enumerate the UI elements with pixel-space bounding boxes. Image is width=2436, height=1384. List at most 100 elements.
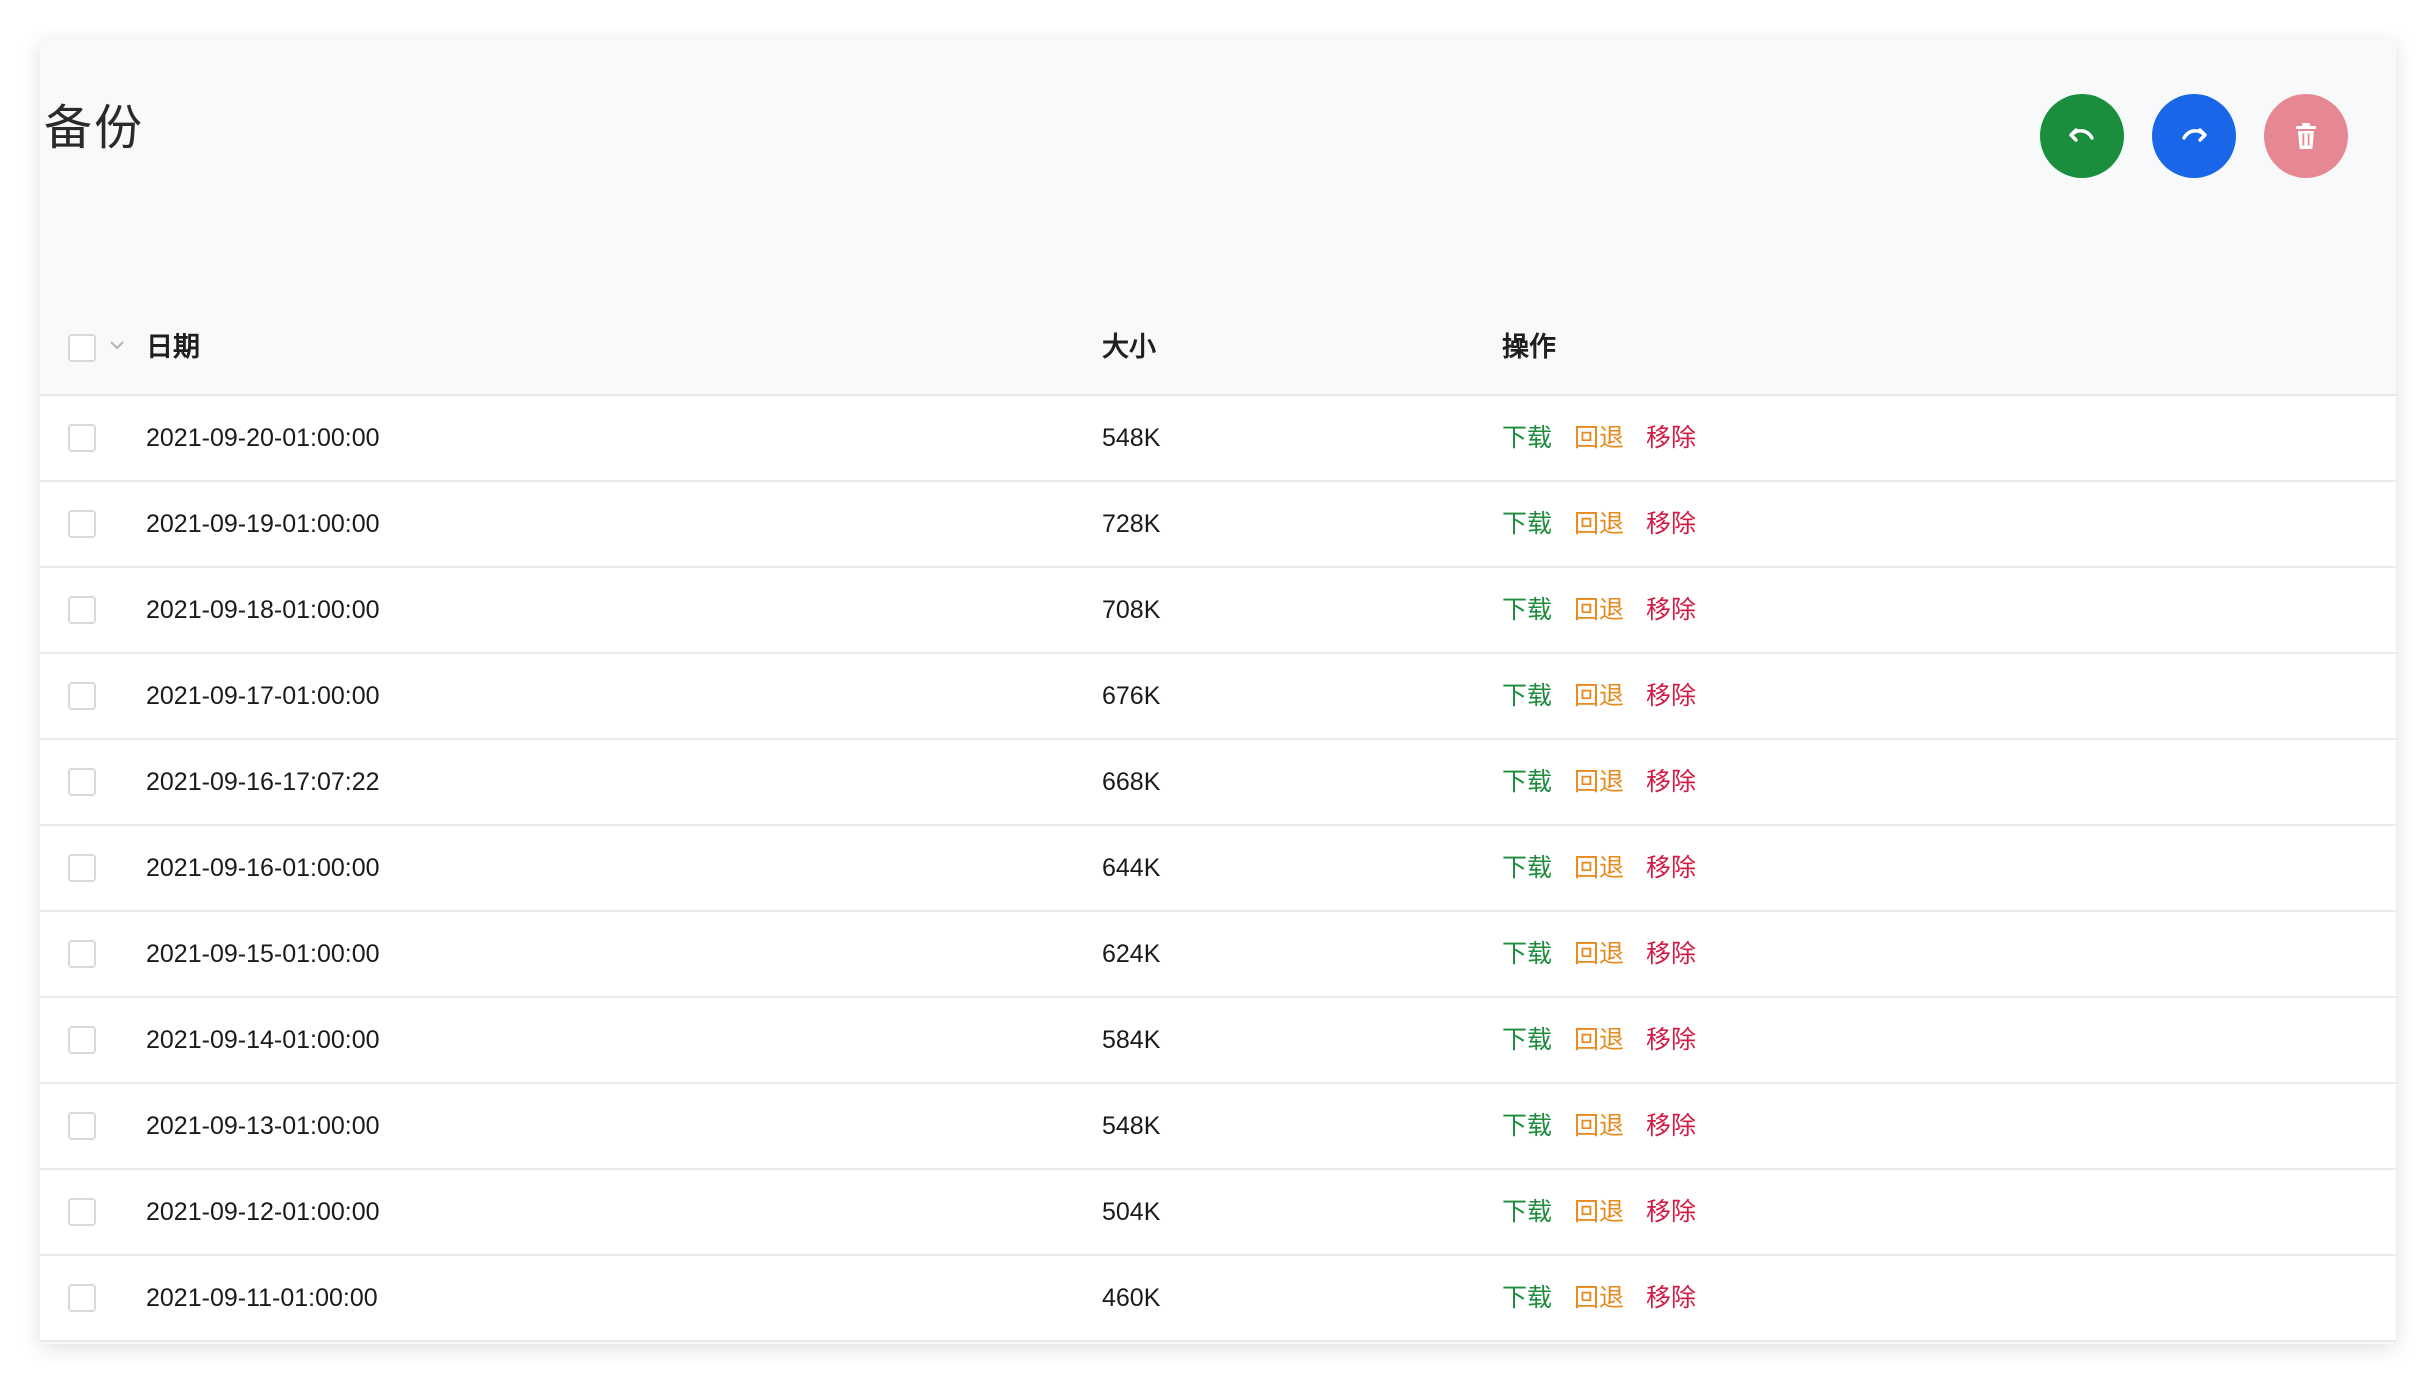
row-actions: 下载 回退 移除 [1502,568,1718,652]
table-row: 2021-09-11-01:00:00 460K 下载 回退 移除 [40,1256,2396,1342]
column-header-actions: 操作 [1502,332,1556,363]
remove-link[interactable]: 移除 [1646,509,1696,538]
rollback-link[interactable]: 回退 [1574,681,1624,710]
row-checkbox[interactable] [68,424,96,452]
row-size: 644K [1102,854,1161,882]
undo-button[interactable] [2040,94,2124,178]
rollback-link[interactable]: 回退 [1574,595,1624,624]
rollback-link[interactable]: 回退 [1574,853,1624,882]
row-date: 2021-09-19-01:00:00 [146,510,380,538]
download-link[interactable]: 下载 [1502,595,1552,624]
row-date: 2021-09-16-01:00:00 [146,854,380,882]
rollback-link[interactable]: 回退 [1574,509,1624,538]
row-date: 2021-09-13-01:00:00 [146,1112,380,1140]
row-checkbox[interactable] [68,854,96,882]
download-link[interactable]: 下载 [1502,1197,1552,1226]
row-date: 2021-09-12-01:00:00 [146,1198,380,1226]
rollback-link[interactable]: 回退 [1574,1283,1624,1312]
remove-link[interactable]: 移除 [1646,767,1696,796]
backup-table-body: 2021-09-20-01:00:00 548K 下载 回退 移除 2021-09-… [40,396,2396,1342]
row-actions: 下载 回退 移除 [1502,912,1718,996]
row-checkbox[interactable] [68,1026,96,1054]
row-size: 584K [1102,1026,1161,1054]
download-link[interactable]: 下载 [1502,1025,1552,1054]
row-size: 548K [1102,1112,1161,1140]
remove-link[interactable]: 移除 [1646,1197,1696,1226]
row-date: 2021-09-14-01:00:00 [146,1026,380,1054]
row-size: 668K [1102,768,1161,796]
table-header: 日期 大小 操作 [40,302,2396,396]
row-actions: 下载 回退 移除 [1502,654,1718,738]
row-checkbox[interactable] [68,596,96,624]
row-size: 624K [1102,940,1161,968]
remove-link[interactable]: 移除 [1646,939,1696,968]
download-link[interactable]: 下载 [1502,767,1552,796]
table-row: 2021-09-19-01:00:00 728K 下载 回退 移除 [40,482,2396,568]
table-row: 2021-09-15-01:00:00 624K 下载 回退 移除 [40,912,2396,998]
select-all-checkbox[interactable] [68,334,96,362]
row-date: 2021-09-17-01:00:00 [146,682,380,710]
page-title: 备份 [44,100,145,156]
remove-link[interactable]: 移除 [1646,423,1696,452]
download-link[interactable]: 下载 [1502,1283,1552,1312]
remove-link[interactable]: 移除 [1646,595,1696,624]
row-actions: 下载 回退 移除 [1502,396,1718,480]
row-actions: 下载 回退 移除 [1502,998,1718,1082]
row-actions: 下载 回退 移除 [1502,1170,1718,1254]
row-date: 2021-09-16-17:07:22 [146,768,380,796]
row-size: 460K [1102,1284,1161,1312]
download-link[interactable]: 下载 [1502,423,1552,452]
row-date: 2021-09-15-01:00:00 [146,940,380,968]
row-checkbox[interactable] [68,1284,96,1312]
row-date: 2021-09-11-01:00:00 [146,1284,378,1312]
table-row: 2021-09-17-01:00:00 676K 下载 回退 移除 [40,654,2396,740]
column-header-size[interactable]: 大小 [1102,302,1156,394]
remove-link[interactable]: 移除 [1646,1025,1696,1054]
remove-link[interactable]: 移除 [1646,681,1696,710]
row-size: 504K [1102,1198,1161,1226]
remove-link[interactable]: 移除 [1646,1111,1696,1140]
delete-button[interactable] [2264,94,2348,178]
row-size: 728K [1102,510,1161,538]
rollback-link[interactable]: 回退 [1574,939,1624,968]
row-size: 676K [1102,682,1161,710]
row-date: 2021-09-18-01:00:00 [146,596,380,624]
rollback-link[interactable]: 回退 [1574,767,1624,796]
row-date: 2021-09-20-01:00:00 [146,424,380,452]
column-header-date[interactable]: 日期 [146,302,200,394]
row-checkbox[interactable] [68,510,96,538]
row-checkbox[interactable] [68,940,96,968]
row-checkbox[interactable] [68,682,96,710]
download-link[interactable]: 下载 [1502,681,1552,710]
row-actions: 下载 回退 移除 [1502,1256,1718,1340]
rollback-link[interactable]: 回退 [1574,1025,1624,1054]
download-link[interactable]: 下载 [1502,509,1552,538]
undo-icon [2069,128,2094,142]
trash-icon [2296,123,2316,149]
remove-link[interactable]: 移除 [1646,853,1696,882]
redo-icon [2182,128,2207,142]
remove-link[interactable]: 移除 [1646,1283,1696,1312]
redo-button[interactable] [2152,94,2236,178]
row-actions: 下载 回退 移除 [1502,482,1718,566]
download-link[interactable]: 下载 [1502,939,1552,968]
row-size: 708K [1102,596,1161,624]
backup-panel: 备份 日期 大小 操作 2021-09-20-01:00:00 548K 下载 … [40,40,2396,1344]
row-checkbox[interactable] [68,1198,96,1226]
table-row: 2021-09-14-01:00:00 584K 下载 回退 移除 [40,998,2396,1084]
row-actions: 下载 回退 移除 [1502,1084,1718,1168]
row-checkbox[interactable] [68,768,96,796]
table-row: 2021-09-18-01:00:00 708K 下载 回退 移除 [40,568,2396,654]
download-link[interactable]: 下载 [1502,1111,1552,1140]
row-actions: 下载 回退 移除 [1502,740,1718,824]
rollback-link[interactable]: 回退 [1574,1111,1624,1140]
download-link[interactable]: 下载 [1502,853,1552,882]
table-row: 2021-09-12-01:00:00 504K 下载 回退 移除 [40,1170,2396,1256]
table-row: 2021-09-16-17:07:22 668K 下载 回退 移除 [40,740,2396,826]
table-row: 2021-09-13-01:00:00 548K 下载 回退 移除 [40,1084,2396,1170]
rollback-link[interactable]: 回退 [1574,1197,1624,1226]
rollback-link[interactable]: 回退 [1574,423,1624,452]
row-checkbox[interactable] [68,1112,96,1140]
row-actions: 下载 回退 移除 [1502,826,1718,910]
chevron-down-icon[interactable] [107,335,127,355]
